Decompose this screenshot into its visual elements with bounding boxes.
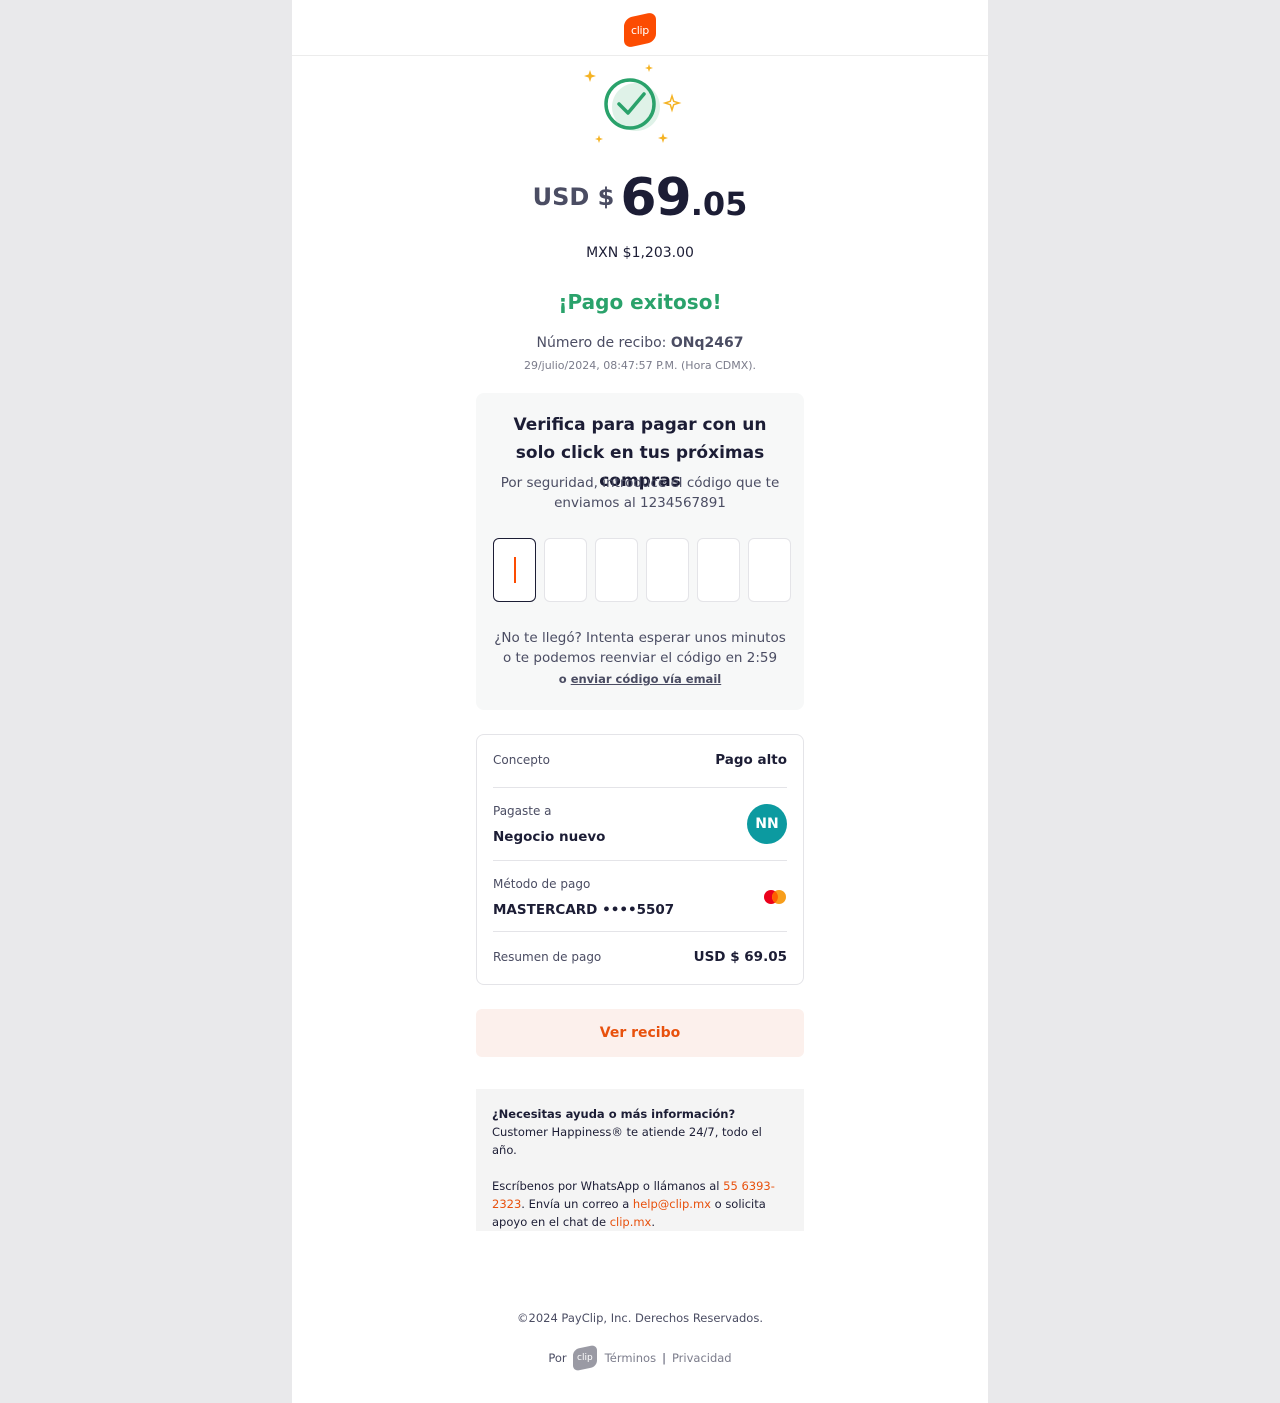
- help-line1: Customer Happiness® te atiende 24/7, tod…: [492, 1125, 762, 1157]
- check-circle-sparkles-icon: [584, 64, 682, 143]
- receipt-number: Número de recibo: ONq2467: [292, 335, 988, 351]
- payment-success-title: ¡Pago exitoso!: [558, 290, 722, 314]
- footer-links: Por clip Términos | Privacidad: [292, 1344, 988, 1372]
- top-bar: clip: [292, 0, 988, 56]
- clip-logo: clip: [624, 11, 656, 49]
- divider: [493, 787, 787, 788]
- concept-label: Concepto: [493, 753, 550, 767]
- help-box: ¿Necesitas ayuda o más información? Cust…: [476, 1089, 804, 1231]
- logo-text: clip: [631, 23, 649, 37]
- merchant-avatar: NN: [747, 804, 787, 844]
- otp-inputs: [493, 538, 791, 602]
- footer-logo-text: clip: [576, 1353, 593, 1364]
- divider: [493, 860, 787, 861]
- help-intro: ¿Necesitas ayuda o más información? Cust…: [492, 1105, 788, 1159]
- payment-method-row: Método de pago MASTERCARD ••••5507: [493, 877, 787, 918]
- amount-mxn: MXN $1,203.00: [586, 245, 694, 261]
- paid-to-row: Pagaste a Negocio nuevo NN: [493, 804, 787, 845]
- amount-currency: USD $: [532, 183, 615, 211]
- send-code-email-link[interactable]: enviar código vía email: [571, 672, 722, 686]
- summary-label: Resumen de pago: [493, 950, 602, 964]
- privacy-link[interactable]: Privacidad: [672, 1351, 732, 1365]
- otp-digit-3[interactable]: [595, 538, 638, 602]
- help-text-d: .: [651, 1215, 656, 1229]
- clip-footer-logo: clip: [572, 1344, 597, 1372]
- mastercard-icon: [764, 890, 786, 904]
- payment-details-card: Concepto Pago alto Pagaste a Negocio nue…: [476, 734, 804, 985]
- verify-card: Verifica para pagar con un solo click en…: [476, 393, 804, 710]
- copyright: ©2024 PayClip, Inc. Derechos Reservados.: [517, 1311, 763, 1325]
- site-link[interactable]: clip.mx: [610, 1215, 652, 1229]
- amount-integer: 69: [620, 168, 691, 228]
- help-contact: Escríbenos por WhatsApp o llámanos al 55…: [492, 1177, 788, 1231]
- otp-digit-6[interactable]: [748, 538, 791, 602]
- terms-link[interactable]: Términos: [605, 1351, 656, 1365]
- method-label: Método de pago: [493, 877, 591, 891]
- divider: [493, 931, 787, 932]
- footer-separator: |: [662, 1351, 666, 1365]
- page-container: clip USD $69.05 MXN $1,203.00 ¡Pago exit…: [292, 0, 988, 1403]
- otp-digit-2[interactable]: [544, 538, 587, 602]
- email-code-line: o enviar código vía email: [476, 672, 804, 686]
- paid-to-label: Pagaste a: [493, 804, 552, 818]
- receipt-datetime: 29/julio/2024, 08:47:57 P.M. (Hora CDMX)…: [523, 359, 757, 372]
- email-prefix: o: [558, 672, 567, 686]
- view-receipt-button[interactable]: Ver recibo: [476, 1009, 804, 1057]
- paid-to-value: Negocio nuevo: [493, 829, 606, 845]
- otp-digit-4[interactable]: [646, 538, 689, 602]
- otp-digit-5[interactable]: [697, 538, 740, 602]
- amount-decimals: .05: [690, 185, 748, 223]
- otp-digit-1[interactable]: [493, 538, 536, 602]
- help-text-a: Escríbenos por WhatsApp o llámanos al: [492, 1179, 724, 1193]
- verify-subtitle: Por seguridad, introduce el código que t…: [500, 475, 780, 511]
- email-link[interactable]: help@clip.mx: [633, 1197, 711, 1211]
- receipt-label: Número de recibo:: [536, 335, 667, 351]
- method-value: MASTERCARD ••••5507: [493, 902, 675, 918]
- help-text-b: . Envía un correo a: [521, 1197, 633, 1211]
- footer-por: Por: [548, 1351, 567, 1365]
- concept-value: Pago alto: [715, 752, 787, 768]
- help-heading: ¿Necesitas ayuda o más información?: [492, 1107, 736, 1121]
- amount-display: USD $69.05: [292, 168, 988, 228]
- resend-text: ¿No te llegó? Intenta esperar unos minut…: [494, 630, 786, 666]
- summary-value: USD $ 69.05: [693, 949, 787, 965]
- receipt-code: ONq2467: [670, 335, 744, 351]
